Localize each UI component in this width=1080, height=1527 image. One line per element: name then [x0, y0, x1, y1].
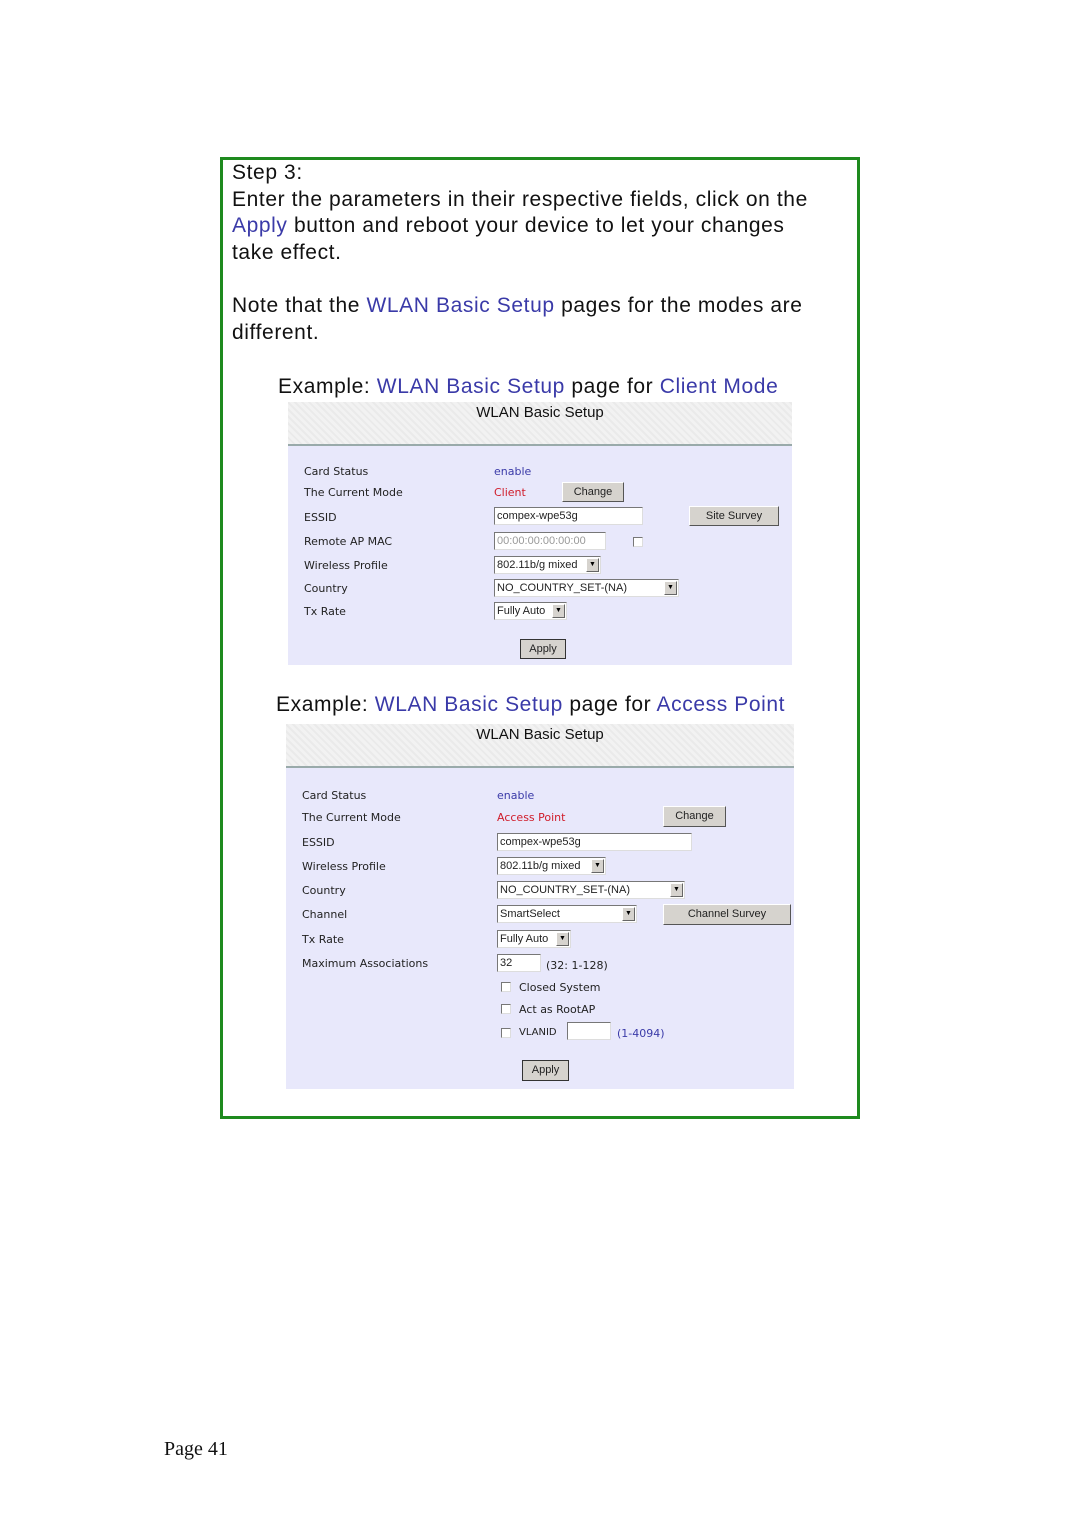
remote-ap-mac-label: Remote AP MAC — [304, 535, 393, 548]
card-status-label: Card Status — [302, 789, 367, 802]
act-as-rootap-checkbox[interactable] — [501, 1004, 511, 1014]
essid-input[interactable]: compex-wpe53g — [497, 833, 692, 851]
country-select[interactable]: NO_COUNTRY_SET-(NA) ▼ — [497, 881, 685, 899]
step-heading: Step 3: — [232, 161, 303, 184]
change-mode-button[interactable]: Change — [663, 806, 726, 827]
apply-highlight: Apply — [232, 214, 288, 238]
essid-input[interactable]: compex-wpe53g — [494, 507, 643, 525]
tx-rate-label: Tx Rate — [304, 605, 346, 618]
instruction-line-2: button and reboot your device to let you… — [287, 214, 785, 238]
remote-ap-mac-input[interactable]: 00:00:00:00:00:00 — [494, 532, 606, 550]
wireless-profile-select[interactable]: 802.11b/g mixed ▼ — [497, 857, 606, 875]
site-survey-button[interactable]: Site Survey — [689, 506, 779, 526]
chevron-down-icon: ▼ — [591, 859, 604, 873]
panel-title: WLAN Basic Setup — [476, 726, 604, 743]
chevron-down-icon: ▼ — [552, 604, 565, 618]
instruction-line-3: take effect. — [232, 240, 342, 264]
chevron-down-icon: ▼ — [670, 883, 683, 897]
change-mode-button[interactable]: Change — [562, 482, 624, 502]
remote-ap-mac-checkbox[interactable] — [633, 537, 643, 547]
note-text-rest: pages for the modes are — [554, 294, 803, 318]
apply-button[interactable]: Apply — [522, 1060, 569, 1081]
wireless-profile-select[interactable]: 802.11b/g mixed ▼ — [494, 556, 601, 574]
ap-example-caption: Example: WLAN Basic Setup page for Acces… — [276, 693, 786, 716]
max-associations-hint: (32: 1-128) — [546, 959, 608, 972]
country-label: Country — [302, 884, 346, 897]
current-mode-value: Client — [494, 486, 526, 499]
wireless-profile-label: Wireless Profile — [304, 559, 388, 572]
chevron-down-icon: ▼ — [586, 558, 599, 572]
note-text: Note that the — [232, 294, 367, 318]
tx-rate-select[interactable]: Fully Auto ▼ — [494, 602, 567, 620]
apply-button[interactable]: Apply — [520, 639, 566, 659]
current-mode-label: The Current Mode — [304, 486, 403, 499]
instruction-line-1: Enter the parameters in their respective… — [232, 187, 808, 211]
vlanid-input[interactable] — [567, 1022, 611, 1040]
tx-rate-label: Tx Rate — [302, 933, 344, 946]
channel-survey-button[interactable]: Channel Survey — [663, 904, 791, 925]
access-point-panel: WLAN Basic Setup Card Status enable The … — [286, 724, 794, 1089]
note-line-2: different. — [232, 320, 320, 344]
closed-system-label: Closed System — [519, 981, 601, 994]
chevron-down-icon: ▼ — [622, 907, 635, 921]
country-select[interactable]: NO_COUNTRY_SET-(NA) ▼ — [494, 579, 679, 597]
essid-label: ESSID — [302, 836, 335, 849]
card-status-label: Card Status — [304, 465, 369, 478]
tx-rate-select[interactable]: Fully Auto ▼ — [497, 930, 571, 948]
max-associations-input[interactable]: 32 — [497, 954, 541, 972]
card-status-value: enable — [494, 465, 532, 478]
card-status-value: enable — [497, 789, 535, 802]
wireless-profile-label: Wireless Profile — [302, 860, 386, 873]
chevron-down-icon: ▼ — [556, 932, 569, 946]
client-mode-panel: WLAN Basic Setup Card Status enable The … — [288, 402, 792, 665]
page-number: Page 41 — [164, 1438, 228, 1460]
current-mode-label: The Current Mode — [302, 811, 401, 824]
current-mode-value: Access Point — [497, 811, 566, 824]
vlanid-hint: (1-4094) — [617, 1027, 665, 1040]
panel-title: WLAN Basic Setup — [476, 404, 604, 421]
channel-select[interactable]: SmartSelect ▼ — [497, 905, 637, 923]
note-highlight: WLAN Basic Setup — [366, 294, 555, 318]
closed-system-checkbox[interactable] — [501, 982, 511, 992]
instructions: Step 3: Enter the parameters in their re… — [232, 160, 857, 347]
max-associations-label: Maximum Associations — [302, 957, 429, 970]
vlanid-checkbox[interactable] — [501, 1028, 511, 1038]
client-example-caption: Example: WLAN Basic Setup page for Clien… — [278, 375, 779, 398]
vlanid-label: VLANID — [519, 1027, 557, 1038]
essid-label: ESSID — [304, 511, 337, 524]
country-label: Country — [304, 582, 348, 595]
chevron-down-icon: ▼ — [664, 581, 677, 595]
act-as-rootap-label: Act as RootAP — [519, 1003, 596, 1016]
channel-label: Channel — [302, 908, 348, 921]
